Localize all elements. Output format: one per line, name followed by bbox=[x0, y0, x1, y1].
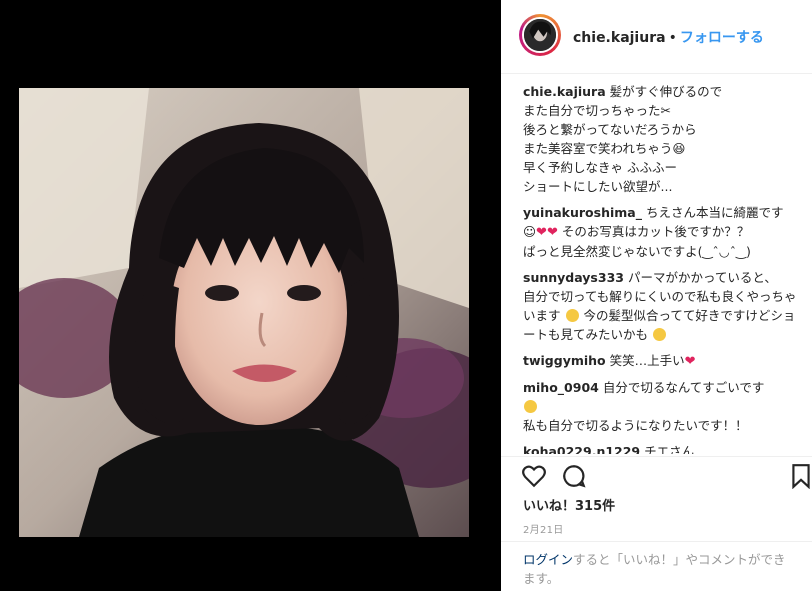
comment-text: 自分で切るなんてすごいです bbox=[602, 380, 765, 395]
post-sidebar: chie.kajiura • フォローする chie.kajiura 髪がすぐ伸びる… bbox=[501, 0, 812, 591]
post-photo[interactable] bbox=[19, 88, 469, 537]
comment-text: そのお写真はカット後ですか？？ ぱっと見全然変じゃないですよ(‿ˆ◡ˆ‿) bbox=[523, 224, 751, 259]
header-separator: • bbox=[668, 30, 677, 46]
post-date[interactable]: 2月21日 bbox=[523, 521, 564, 536]
login-link[interactable]: ログイン bbox=[523, 552, 573, 567]
red-heart-icon: ❤ bbox=[684, 354, 696, 369]
login-prompt: ログインすると「いいね！」やコメントができます。 bbox=[501, 541, 812, 591]
red-heart-icon: ❤ bbox=[546, 225, 558, 240]
comment-text: ☺ bbox=[523, 224, 537, 239]
comment-username[interactable]: koha0229.n1229 bbox=[523, 444, 640, 454]
comment-item: miho_0904 自分で切るなんてすごいです 私も自分で切るようになりたいです… bbox=[523, 378, 800, 435]
action-bar bbox=[501, 456, 812, 492]
avatar[interactable] bbox=[522, 17, 558, 53]
likes-count[interactable]: いいね！315件 bbox=[523, 495, 615, 514]
comment-username[interactable]: sunnydays333 bbox=[523, 270, 624, 285]
heart-outline-icon[interactable] bbox=[521, 463, 547, 489]
comment-username[interactable]: miho_0904 bbox=[523, 380, 599, 395]
comment-text: ちえさん本当に綺麗です bbox=[645, 205, 784, 220]
comment-item: koha0229.n1229 チエさん bbox=[523, 442, 800, 454]
bookmark-icon[interactable] bbox=[788, 463, 812, 489]
thinking-emoji-icon bbox=[653, 328, 666, 341]
caption-username[interactable]: chie.kajiura bbox=[523, 84, 606, 99]
comment-username[interactable]: yuinakuroshima_ bbox=[523, 205, 642, 220]
portrait-illustration bbox=[19, 88, 469, 537]
comment-item: sunnydays333 パーマがかかっていると、 自分で切っても解りにくいので… bbox=[523, 268, 800, 344]
avatar-ring[interactable] bbox=[519, 14, 561, 56]
caption-text: 髪がすぐ伸びるので また自分で切っちゃった✂ 後ろと繋がってないだろうから また… bbox=[523, 84, 723, 194]
caption: chie.kajiura 髪がすぐ伸びるので また自分で切っちゃった✂ 後ろと繋… bbox=[523, 82, 800, 196]
comment-item: yuinakuroshima_ ちえさん本当に綺麗です ☺❤❤ そのお写真はカッ… bbox=[523, 203, 800, 261]
comment-username[interactable]: twiggymiho bbox=[523, 353, 606, 368]
comment-icon[interactable] bbox=[561, 463, 587, 489]
comment-text: 私も自分で切るようになりたいです！！ bbox=[523, 418, 748, 433]
header-text: chie.kajiura • フォローする bbox=[573, 27, 764, 47]
comment-text: 笑笑…上手い bbox=[609, 353, 685, 368]
follow-button[interactable]: フォローする bbox=[680, 30, 764, 46]
comment-item: twiggymiho 笑笑…上手い❤ bbox=[523, 351, 800, 371]
post-header: chie.kajiura • フォローする bbox=[501, 0, 812, 74]
header-username[interactable]: chie.kajiura bbox=[573, 30, 666, 46]
photo-pane bbox=[0, 0, 501, 591]
comment-text: チエさん bbox=[644, 444, 695, 454]
grimace-emoji-icon bbox=[565, 309, 579, 322]
comments-list[interactable]: chie.kajiura 髪がすぐ伸びるので また自分で切っちゃった✂ 後ろと繋… bbox=[501, 82, 812, 454]
red-heart-icon: ❤ bbox=[536, 225, 547, 240]
avatar-image bbox=[524, 19, 556, 51]
heart-eyes-emoji-icon bbox=[524, 400, 537, 413]
